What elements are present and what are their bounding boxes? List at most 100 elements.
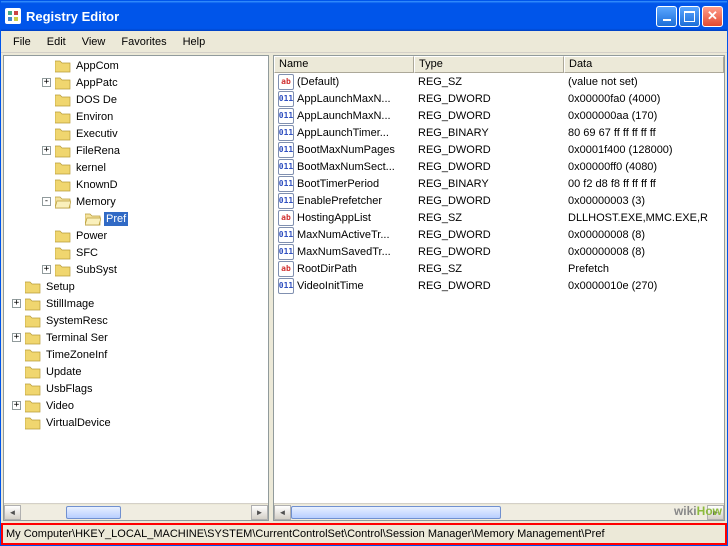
tree-label[interactable]: Environ: [74, 110, 115, 124]
list-row[interactable]: abRootDirPathREG_SZPrefetch: [274, 260, 724, 277]
tree-item[interactable]: Update: [4, 363, 268, 380]
menu-view[interactable]: View: [74, 33, 114, 51]
scroll-left-button[interactable]: ◄: [4, 505, 21, 520]
binary-value-icon: 011: [278, 125, 294, 141]
menu-file[interactable]: File: [5, 33, 39, 51]
watermark-wiki: wiki: [674, 504, 697, 518]
value-name: HostingAppList: [297, 212, 371, 224]
tree-label[interactable]: TimeZoneInf: [44, 348, 109, 362]
tree-body[interactable]: AppCom+ AppPatc DOS De Environ Executiv+…: [4, 56, 268, 503]
titlebar[interactable]: Registry Editor: [1, 1, 727, 31]
tree-label[interactable]: Pref: [104, 212, 128, 226]
scroll-track[interactable]: [291, 505, 707, 520]
scroll-left-button[interactable]: ◄: [274, 505, 291, 520]
expand-icon[interactable]: +: [42, 265, 51, 274]
tree-item[interactable]: Pref: [4, 210, 268, 227]
tree-label[interactable]: StillImage: [44, 297, 96, 311]
value-type: REG_BINARY: [414, 178, 564, 190]
value-type: REG_SZ: [414, 263, 564, 275]
column-type[interactable]: Type: [414, 56, 564, 73]
minimize-button[interactable]: [656, 6, 677, 27]
tree-item[interactable]: TimeZoneInf: [4, 346, 268, 363]
tree-label[interactable]: FileRena: [74, 144, 122, 158]
tree-item[interactable]: + StillImage: [4, 295, 268, 312]
watermark-how: How: [697, 504, 722, 518]
binary-value-icon: 011: [278, 108, 294, 124]
tree-item[interactable]: SystemResc: [4, 312, 268, 329]
scroll-thumb[interactable]: [291, 506, 501, 519]
tree-item[interactable]: UsbFlags: [4, 380, 268, 397]
expand-icon[interactable]: +: [42, 146, 51, 155]
tree-item[interactable]: Power: [4, 227, 268, 244]
list-row[interactable]: 011BootMaxNumSect...REG_DWORD0x00000ff0 …: [274, 158, 724, 175]
expand-icon[interactable]: +: [12, 299, 21, 308]
tree-item[interactable]: KnownD: [4, 176, 268, 193]
value-name: VideoInitTime: [297, 280, 364, 292]
menu-edit[interactable]: Edit: [39, 33, 74, 51]
collapse-icon[interactable]: -: [42, 197, 51, 206]
tree-hscrollbar[interactable]: ◄ ►: [4, 503, 268, 520]
tree-item[interactable]: DOS De: [4, 91, 268, 108]
tree-item[interactable]: SFC: [4, 244, 268, 261]
tree-item[interactable]: Setup: [4, 278, 268, 295]
tree-label[interactable]: SubSyst: [74, 263, 119, 277]
list-row[interactable]: 011AppLaunchTimer...REG_BINARY80 69 67 f…: [274, 124, 724, 141]
list-row[interactable]: 011BootMaxNumPagesREG_DWORD0x0001f400 (1…: [274, 141, 724, 158]
tree-label[interactable]: Update: [44, 365, 83, 379]
tree-label[interactable]: Memory: [74, 195, 118, 209]
tree-label[interactable]: KnownD: [74, 178, 120, 192]
tree-label[interactable]: Video: [44, 399, 76, 413]
list-row[interactable]: 011AppLaunchMaxN...REG_DWORD0x000000aa (…: [274, 107, 724, 124]
list-row[interactable]: 011BootTimerPeriodREG_BINARY00 f2 d8 f8 …: [274, 175, 724, 192]
tree-item[interactable]: Environ: [4, 108, 268, 125]
tree-label[interactable]: DOS De: [74, 93, 119, 107]
maximize-button[interactable]: [679, 6, 700, 27]
tree-item[interactable]: kernel: [4, 159, 268, 176]
tree-item[interactable]: + FileRena: [4, 142, 268, 159]
tree-label[interactable]: AppPatc: [74, 76, 120, 90]
scroll-right-button[interactable]: ►: [251, 505, 268, 520]
expand-icon[interactable]: +: [12, 401, 21, 410]
list-body[interactable]: ab(Default)REG_SZ(value not set)011AppLa…: [274, 73, 724, 503]
menu-favorites[interactable]: Favorites: [113, 33, 174, 51]
tree-label[interactable]: VirtualDevice: [44, 416, 113, 430]
tree-item[interactable]: + Video: [4, 397, 268, 414]
close-button[interactable]: [702, 6, 723, 27]
list-row[interactable]: 011AppLaunchMaxN...REG_DWORD0x00000fa0 (…: [274, 90, 724, 107]
tree-item[interactable]: - Memory: [4, 193, 268, 210]
tree-label[interactable]: kernel: [74, 161, 108, 175]
tree-label[interactable]: Executiv: [74, 127, 120, 141]
list-row[interactable]: ab(Default)REG_SZ(value not set): [274, 73, 724, 90]
expand-icon[interactable]: +: [42, 78, 51, 87]
value-data: 0x00000008 (8): [564, 229, 724, 241]
tree-item[interactable]: Executiv: [4, 125, 268, 142]
tree-item[interactable]: AppCom: [4, 57, 268, 74]
list-hscrollbar[interactable]: ◄ ►: [274, 503, 724, 520]
tree-label[interactable]: Setup: [44, 280, 77, 294]
tree-item[interactable]: VirtualDevice: [4, 414, 268, 431]
tree-item[interactable]: + SubSyst: [4, 261, 268, 278]
list-row[interactable]: 011MaxNumSavedTr...REG_DWORD0x00000008 (…: [274, 243, 724, 260]
tree-label[interactable]: SFC: [74, 246, 100, 260]
tree-label[interactable]: AppCom: [74, 59, 121, 73]
scroll-thumb[interactable]: [66, 506, 121, 519]
tree-item[interactable]: + AppPatc: [4, 74, 268, 91]
list-row[interactable]: 011MaxNumActiveTr...REG_DWORD0x00000008 …: [274, 226, 724, 243]
value-data: (value not set): [564, 76, 724, 88]
expand-icon[interactable]: +: [12, 333, 21, 342]
tree-label[interactable]: SystemResc: [44, 314, 110, 328]
list-row[interactable]: abHostingAppListREG_SZDLLHOST.EXE,MMC.EX…: [274, 209, 724, 226]
tree-label[interactable]: Power: [74, 229, 109, 243]
list-row[interactable]: 011EnablePrefetcherREG_DWORD0x00000003 (…: [274, 192, 724, 209]
menu-help[interactable]: Help: [175, 33, 214, 51]
scroll-track[interactable]: [21, 505, 251, 520]
list-row[interactable]: 011VideoInitTimeREG_DWORD0x0000010e (270…: [274, 277, 724, 294]
value-data: 0x0000010e (270): [564, 280, 724, 292]
column-name[interactable]: Name: [274, 56, 414, 73]
list-header: Name Type Data: [274, 56, 724, 73]
column-data[interactable]: Data: [564, 56, 724, 73]
folder-open-icon: [85, 212, 101, 226]
tree-item[interactable]: + Terminal Ser: [4, 329, 268, 346]
tree-label[interactable]: UsbFlags: [44, 382, 94, 396]
tree-label[interactable]: Terminal Ser: [44, 331, 110, 345]
